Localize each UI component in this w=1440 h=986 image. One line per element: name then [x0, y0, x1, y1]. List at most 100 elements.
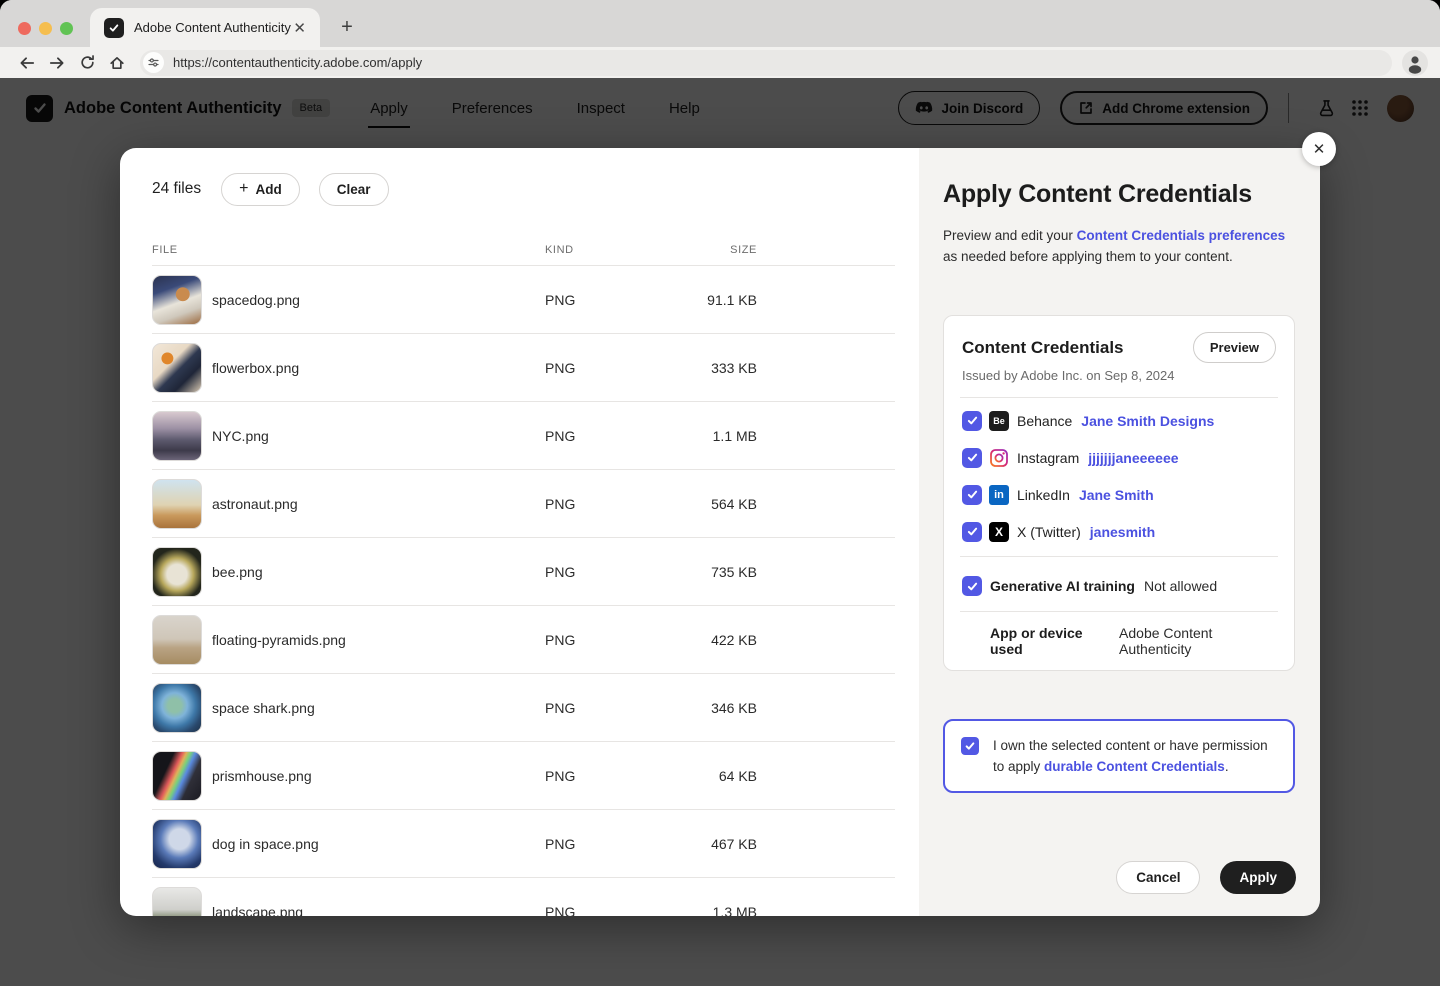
platform-label: Behance: [1017, 412, 1073, 429]
instagram-icon: [989, 448, 1009, 468]
site-settings-icon[interactable]: [143, 52, 164, 73]
file-kind: PNG: [545, 563, 576, 580]
file-size: 564 KB: [711, 495, 757, 512]
app-used-value: Adobe Content Authenticity: [1119, 625, 1213, 657]
back-button[interactable]: [12, 50, 42, 76]
files-toolbar: 24 files + Add Clear: [152, 172, 919, 206]
minimize-window-button[interactable]: [39, 22, 52, 35]
issued-by-text: Issued by Adobe Inc. on Sep 8, 2024: [962, 368, 1175, 383]
behance-checkbox[interactable]: [962, 410, 982, 431]
plus-icon: +: [239, 180, 249, 197]
gen-ai-value: Not allowed: [1143, 578, 1218, 594]
file-name: flowerbox.png: [212, 359, 300, 376]
gen-ai-checkbox[interactable]: [962, 576, 982, 596]
column-file: FILE: [152, 243, 178, 256]
table-row[interactable]: landscape.png PNG 1.3 MB: [152, 878, 895, 916]
account-row-x-twitter: X X (Twitter) janesmith: [962, 513, 1276, 550]
gen-ai-row: Generative AI training Not allowed: [962, 561, 1276, 611]
table-row[interactable]: NYC.png PNG 1.1 MB: [152, 402, 895, 470]
file-name: astronaut.png: [212, 495, 298, 512]
consent-text-after: .: [1224, 759, 1229, 774]
table-row[interactable]: space shark.png PNG 346 KB: [152, 674, 895, 742]
account-link[interactable]: jjjjjjjaneeeeee: [1088, 450, 1178, 466]
table-row[interactable]: spacedog.png PNG 91.1 KB: [152, 266, 895, 334]
intro-text: Preview and edit your: [943, 228, 1077, 243]
file-size: 333 KB: [711, 359, 757, 376]
table-row[interactable]: bee.png PNG 735 KB: [152, 538, 895, 606]
file-list-section: 24 files + Add Clear FILE KIND SIZE spac…: [120, 148, 919, 916]
maximize-window-button[interactable]: [60, 22, 73, 35]
preview-button[interactable]: Preview: [1192, 332, 1276, 363]
file-size: 467 KB: [711, 835, 757, 852]
close-window-button[interactable]: [18, 22, 31, 35]
file-kind: PNG: [545, 495, 576, 512]
account-link[interactable]: Jane Smith: [1079, 487, 1154, 503]
linkedin-checkbox[interactable]: [962, 484, 982, 505]
table-row[interactable]: prismhouse.png PNG 64 KB: [152, 742, 895, 810]
preferences-link[interactable]: Content Credentials preferences: [1077, 228, 1286, 243]
reload-button[interactable]: [72, 50, 102, 76]
file-thumbnail: [152, 342, 202, 393]
add-files-button[interactable]: + Add: [221, 172, 300, 206]
cancel-button[interactable]: Cancel: [1116, 861, 1201, 894]
card-title: Content Credentials: [962, 337, 1124, 357]
durable-credentials-link[interactable]: durable Content Credentials: [1044, 759, 1225, 774]
forward-button[interactable]: [42, 50, 72, 76]
file-name: prismhouse.png: [212, 767, 312, 784]
table-row[interactable]: astronaut.png PNG 564 KB: [152, 470, 895, 538]
clear-files-button[interactable]: Clear: [318, 172, 389, 206]
file-name: dog in space.png: [212, 835, 319, 852]
add-files-label: Add: [255, 181, 282, 197]
tab-close-icon[interactable]: ✕: [291, 19, 308, 37]
modal-actions: Cancel Apply: [1116, 861, 1296, 894]
file-kind: PNG: [545, 427, 576, 444]
consent-text: I own the selected content or have permi…: [993, 735, 1275, 777]
table-row[interactable]: flowerbox.png PNG 333 KB: [152, 334, 895, 402]
content-authenticity-favicon: [104, 17, 124, 38]
file-thumbnail: [152, 478, 202, 529]
file-kind: PNG: [545, 835, 576, 852]
url-bar[interactable]: https://contentauthenticity.adobe.com/ap…: [140, 49, 1392, 76]
file-size: 422 KB: [711, 631, 757, 648]
table-header: FILE KIND SIZE: [152, 234, 895, 266]
account-link[interactable]: Jane Smith Designs: [1081, 413, 1214, 429]
table-row[interactable]: floating-pyramids.png PNG 422 KB: [152, 606, 895, 674]
x-twitter-icon: X: [989, 521, 1009, 542]
browser-profile-icon[interactable]: [1402, 49, 1428, 76]
file-thumbnail: [152, 886, 202, 916]
file-name: space shark.png: [212, 699, 315, 716]
browser-tab[interactable]: Adobe Content Authenticity ✕: [90, 8, 320, 47]
x-twitter-checkbox[interactable]: [962, 521, 982, 542]
divider: [960, 611, 1278, 612]
linkedin-icon: in: [989, 484, 1009, 505]
home-button[interactable]: [102, 50, 132, 76]
new-tab-button[interactable]: +: [334, 14, 360, 40]
file-size: 1.3 MB: [712, 903, 757, 917]
file-thumbnail: [152, 546, 202, 597]
platform-label: LinkedIn: [1017, 486, 1070, 503]
gen-ai-label: Generative AI training: [990, 578, 1135, 594]
account-link[interactable]: janesmith: [1090, 524, 1155, 540]
consent-checkbox[interactable]: [961, 737, 979, 755]
file-thumbnail: [152, 274, 202, 325]
apply-button[interactable]: Apply: [1220, 861, 1296, 894]
account-row-linkedin: in LinkedIn Jane Smith: [962, 476, 1276, 513]
clear-files-label: Clear: [336, 181, 371, 197]
file-kind: PNG: [545, 903, 576, 917]
instagram-checkbox[interactable]: [962, 447, 982, 468]
file-thumbnail: [152, 818, 202, 869]
file-size: 346 KB: [711, 699, 757, 716]
file-kind: PNG: [545, 631, 576, 648]
url-text[interactable]: https://contentauthenticity.adobe.com/ap…: [173, 55, 422, 70]
browser-window: Adobe Content Authenticity ✕ + https://c…: [0, 0, 1440, 986]
platform-label: Instagram: [1017, 449, 1080, 466]
modal-close-button[interactable]: ✕: [1302, 132, 1336, 166]
credentials-panel: Apply Content Credentials Preview and ed…: [919, 148, 1320, 916]
file-size: 1.1 MB: [712, 427, 757, 444]
table-row[interactable]: dog in space.png PNG 467 KB: [152, 810, 895, 878]
app-used-label: App or device used: [990, 625, 1083, 657]
files-count: 24 files: [152, 180, 202, 197]
file-kind: PNG: [545, 767, 576, 784]
file-name: bee.png: [212, 563, 263, 580]
file-thumbnail: [152, 410, 202, 461]
